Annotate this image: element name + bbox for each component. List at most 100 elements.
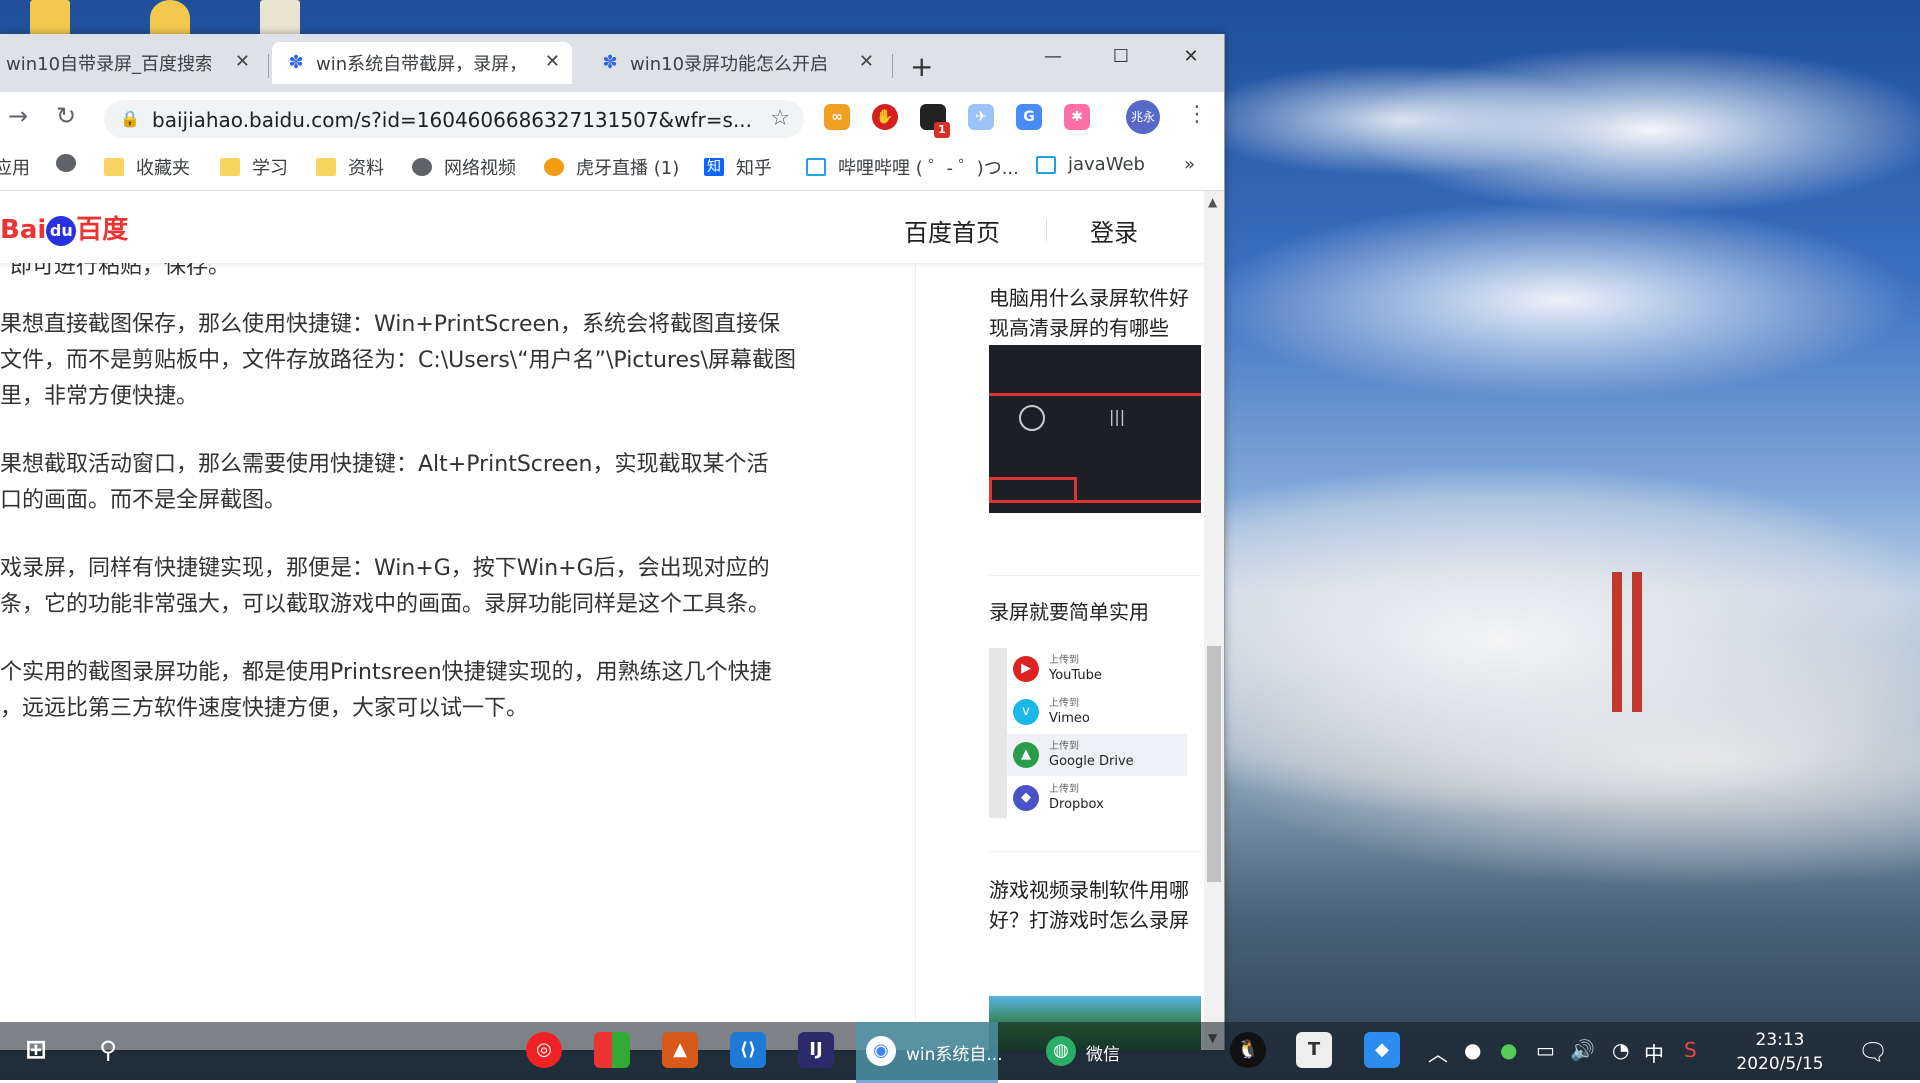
tab-1[interactable]: win10自带录屏_百度搜索 ✕ — [0, 42, 262, 84]
system-clock[interactable]: 23:13 2020/5/15 — [1730, 1028, 1830, 1076]
bookmark-label: javaWeb — [1068, 154, 1145, 175]
chrome-icon: ◉ — [866, 1036, 896, 1066]
url-text[interactable]: baijiahao.baidu.com/s?id=160460668632713… — [152, 108, 752, 132]
title-line: 现高清录屏的有哪些 — [989, 316, 1169, 340]
audio-level-icon: ||| — [1109, 407, 1126, 426]
bookmark-study[interactable]: 学习 — [220, 154, 288, 180]
address-bar[interactable]: 🔒 baijiahao.baidu.com/s?id=1604606686327… — [104, 100, 804, 138]
bookmark-zhihu[interactable]: 知知乎 — [704, 154, 772, 180]
bookmark-apps[interactable]: 应用 — [0, 154, 30, 180]
typora-icon[interactable]: T — [1296, 1032, 1332, 1068]
sogou-ime-icon[interactable]: S — [1684, 1038, 1697, 1062]
forward-icon[interactable]: → — [8, 102, 28, 130]
taskbar-wechat-button[interactable]: ◍ 微信 — [1040, 1022, 1210, 1080]
baidu-logo[interactable]: Bai du 百度 — [0, 209, 128, 246]
page-scrollbar[interactable]: ▲ ▼ — [1204, 191, 1224, 1050]
logo-text: Bai — [0, 215, 47, 245]
upload-name: YouTube — [1049, 668, 1102, 683]
article-body: 即可进行粘贴，保存。 果想直接截图保存，那么使用快捷键：Win+PrintScr… — [0, 254, 915, 1050]
folder-icon — [220, 158, 240, 176]
tab-2-active[interactable]: ✽ win系统自带截屏，录屏， ✕ — [272, 42, 572, 84]
extension-bird-icon[interactable]: ✈ — [968, 104, 994, 130]
app-diamond-icon[interactable]: ◆ — [1364, 1032, 1400, 1068]
tray-expand-icon[interactable]: ︿ — [1428, 1038, 1448, 1067]
tray-wechat-icon[interactable]: ● — [1500, 1038, 1517, 1062]
search-icon[interactable]: ⚲ — [90, 1032, 126, 1068]
recommend-thumbnail[interactable]: ||| — [989, 345, 1201, 513]
upload-small: 上传到 — [1049, 741, 1079, 752]
upload-name: Google Drive — [1049, 754, 1134, 769]
bookmark-web-video[interactable]: 网络视频 — [412, 154, 516, 180]
contrast-icon — [1019, 405, 1045, 431]
bookmark-star-icon[interactable]: ☆ — [770, 106, 790, 131]
tray-qq-icon[interactable]: ● — [1464, 1038, 1481, 1062]
matlab-icon[interactable]: ▲ — [662, 1032, 698, 1068]
title-line: 电脑用什么录屏软件好 — [989, 286, 1189, 310]
bookmark-bilibili[interactable]: 哔哩哔哩 ( ゜- ゜)つ... — [806, 154, 1019, 180]
huya-icon — [544, 158, 564, 176]
intellij-icon[interactable]: IJ — [798, 1032, 834, 1068]
tab-close-icon[interactable]: ✕ — [545, 51, 560, 72]
text-line: 个实用的截图录屏功能，都是使用Printsreen快捷键实现的，用熟练这几个快捷 — [0, 660, 772, 685]
maximize-button[interactable]: ☐ — [1098, 42, 1144, 72]
minimize-button[interactable]: — — [1030, 42, 1076, 72]
bookmark-javaweb[interactable]: javaWeb — [1036, 154, 1145, 175]
tab-strip: win10自带录屏_百度搜索 ✕ ✽ win系统自带截屏，录屏， ✕ ✽ win… — [0, 34, 1224, 92]
upload-gdrive-row: ▲ 上传到 Google Drive — [1007, 734, 1187, 776]
recommend-item-title[interactable]: 电脑用什么录屏软件好 现高清录屏的有哪些 — [989, 283, 1201, 343]
windows-start-icon[interactable]: ⊞ — [18, 1032, 54, 1068]
translate-icon[interactable]: G — [1016, 104, 1042, 130]
bookmarks-overflow-button[interactable]: » — [1184, 154, 1195, 175]
bookmark-favorites[interactable]: 收藏夹 — [104, 154, 190, 180]
title-line: 好？打游戏时怎么录屏 — [989, 908, 1189, 932]
extension-adblock-icon[interactable]: ✋ — [872, 104, 898, 130]
notifications-icon[interactable]: 🗨 — [1858, 1038, 1888, 1066]
wifi-icon[interactable]: ◔ — [1612, 1038, 1629, 1062]
tab-close-icon[interactable]: ✕ — [235, 51, 250, 72]
globe-icon — [56, 154, 76, 172]
text-line: 里，非常方便快捷。 — [0, 384, 199, 409]
login-link[interactable]: 登录 — [1090, 213, 1138, 248]
qq-icon[interactable]: 🐧 — [1230, 1032, 1266, 1068]
extension-infinity-icon[interactable]: ∞ — [824, 104, 850, 130]
wechat-icon: ◍ — [1046, 1036, 1076, 1066]
taskbar-label: win系统自... — [906, 1045, 1003, 1065]
app-grid-icon[interactable] — [594, 1032, 630, 1068]
desktop-folder-icon[interactable] — [30, 0, 70, 36]
new-tab-button[interactable]: + — [910, 53, 933, 81]
tab-3[interactable]: ✽ win10录屏功能怎么开启 ✕ — [586, 42, 886, 84]
baidu-home-link[interactable]: 百度首页 — [904, 213, 1000, 248]
volume-icon[interactable]: 🔊 — [1570, 1038, 1595, 1062]
battery-icon[interactable]: ▭ — [1536, 1038, 1555, 1062]
desktop-file-icon[interactable] — [260, 0, 300, 36]
bookmark-label: 应用 — [0, 158, 30, 179]
upload-vimeo-row: v 上传到 Vimeo — [1007, 691, 1187, 733]
bookmark-huya[interactable]: 虎牙直播 (1) — [544, 154, 679, 180]
taskbar-chrome-button[interactable]: ◉ win系统自... — [856, 1022, 1003, 1083]
browser-toolbar: → ↻ 🔒 baijiahao.baidu.com/s?id=160460668… — [0, 92, 1224, 144]
tab-title: win10自带录屏_百度搜索 — [6, 54, 211, 75]
ime-indicator[interactable]: 中 — [1644, 1038, 1664, 1067]
tab-close-icon[interactable]: ✕ — [859, 51, 874, 72]
menu-kebab-icon[interactable]: ⋮ — [1186, 102, 1208, 127]
close-window-button[interactable]: ✕ — [1168, 42, 1214, 72]
vscode-icon[interactable]: ⟨⟩ — [730, 1032, 766, 1068]
reload-icon[interactable]: ↻ — [56, 102, 76, 130]
text-line: ，远远比第三方软件速度快捷方便，大家可以试一下。 — [0, 696, 529, 721]
bookmarks-bar: 应用 收藏夹 学习 资料 网络视频 虎牙直播 (1) 知知乎 哔哩哔哩 ( ゜-… — [0, 144, 1224, 191]
recommend-item-title[interactable]: 游戏视频录制软件用哪 好？打游戏时怎么录屏 — [989, 875, 1201, 935]
upload-small: 上传到 — [1049, 655, 1079, 666]
recommend-thumbnail[interactable]: ▶ 上传到 YouTube v 上传到 Vimeo ▲ 上传到 Google D… — [989, 648, 1201, 818]
scroll-thumb[interactable] — [1207, 646, 1221, 882]
bookmark-globe[interactable] — [56, 154, 88, 172]
desktop-help-icon[interactable] — [150, 0, 190, 36]
extension-star-icon[interactable]: ✱ — [1064, 104, 1090, 130]
upload-name: Vimeo — [1049, 711, 1090, 726]
netease-music-icon[interactable]: ◎ — [526, 1032, 562, 1068]
bookmark-materials[interactable]: 资料 — [316, 154, 384, 180]
scroll-up-icon[interactable]: ▲ — [1208, 195, 1217, 209]
recommend-item-title[interactable]: 录屏就要简单实用 — [989, 597, 1201, 627]
profile-avatar[interactable]: 兆永 — [1126, 100, 1160, 134]
extension-badge-icon[interactable]: 1 — [920, 104, 950, 138]
baidu-paw-icon: ✽ — [288, 52, 304, 73]
